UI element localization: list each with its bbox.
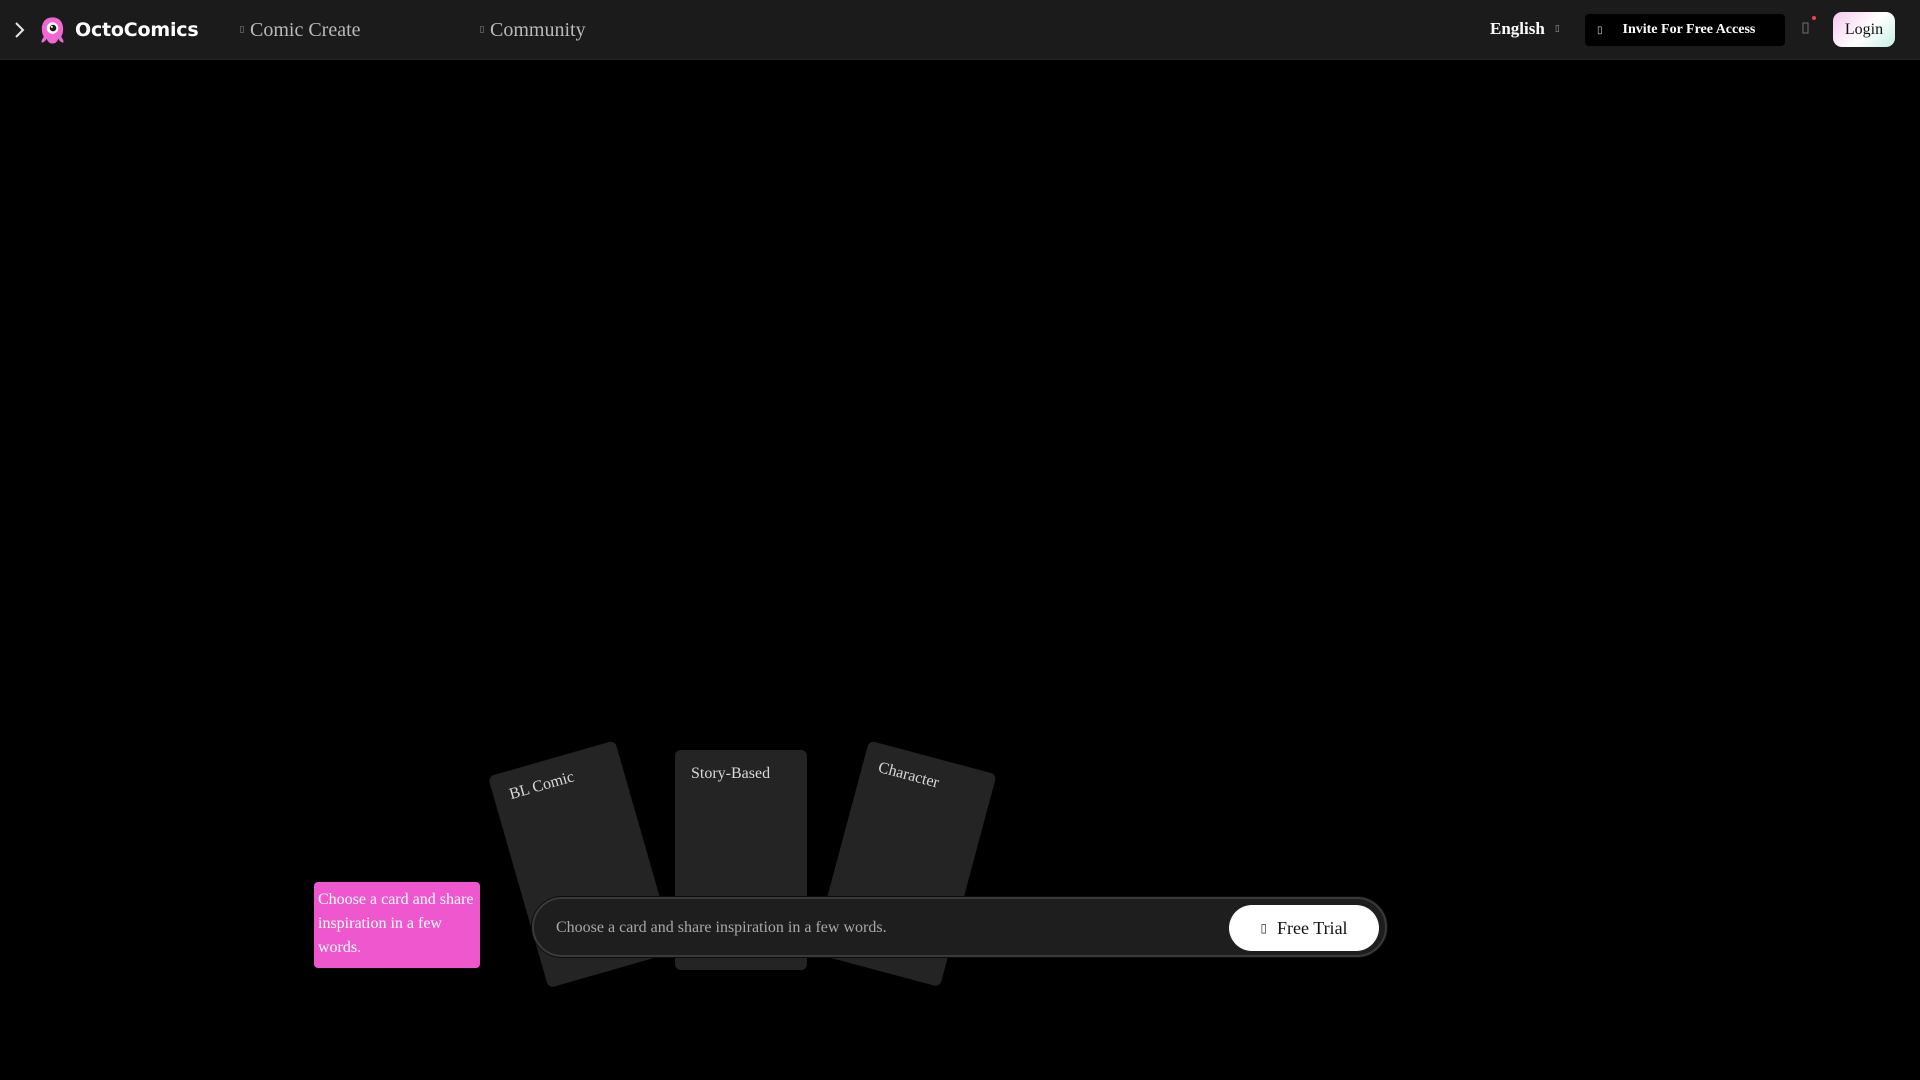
invite-for-free-access-button[interactable]: ▯ Invite For Free Access [1585,14,1785,46]
nav-community-label: Community [490,18,586,41]
language-label: English [1490,19,1545,38]
chevron-down-icon: ▯ [1554,24,1560,34]
gift-icon: ▯ [1597,24,1603,36]
card-label: Story-Based [691,765,771,782]
free-trial-button[interactable]: ▯ Free Trial [1229,905,1379,951]
octopus-logo-icon [41,17,64,44]
compass-icon: ▯ [479,25,485,35]
brand-name: OctoComics [75,19,199,41]
notification-bell-button[interactable] [1797,16,1816,39]
top-navigation-bar: OctoComics ▯ Comic Create ▯ Community En… [0,0,1920,60]
notification-dot [1812,16,1816,20]
login-button[interactable]: Login [1833,12,1895,47]
nav-comic-create[interactable]: ▯ Comic Create [238,17,361,43]
chevron-right-icon [15,22,25,38]
bell-icon [1802,22,1809,34]
invite-button-label: Invite For Free Access [1622,22,1756,37]
language-selector[interactable]: English ▯ [1490,19,1560,39]
card-label: BL Comic [507,768,577,804]
card-label: Character [876,759,941,792]
brand-logo[interactable]: OctoComics [38,14,199,46]
nav-comic-create-label: Comic Create [250,18,361,41]
expand-sidebar-button[interactable] [10,18,30,42]
sparkle-icon: ▯ [1260,921,1268,935]
prompt-bar: ▯ Free Trial [532,897,1387,957]
inspiration-input[interactable] [554,907,1198,949]
pen-icon: ▯ [239,25,245,35]
nav-community[interactable]: ▯ Community [478,17,586,43]
free-trial-label: Free Trial [1277,917,1348,938]
hint-tooltip: Choose a card and share inspiration in a… [314,882,480,968]
